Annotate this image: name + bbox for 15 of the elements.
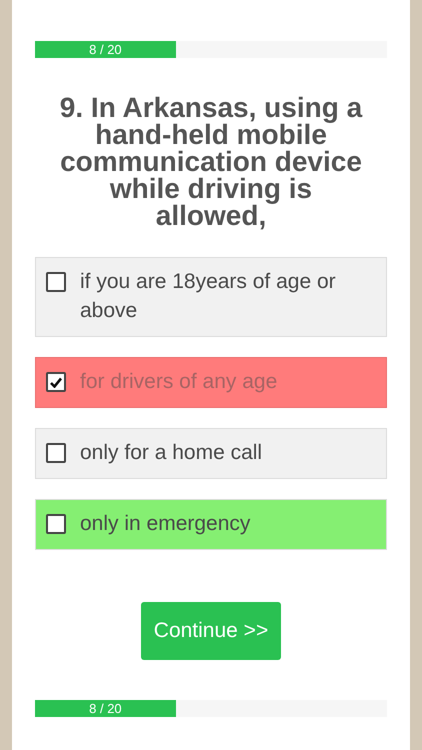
checkbox[interactable] bbox=[46, 443, 66, 463]
checkbox[interactable] bbox=[46, 272, 66, 292]
answer-text: only for a home call bbox=[80, 440, 262, 466]
checkbox[interactable] bbox=[46, 372, 66, 392]
answer-option[interactable]: if you are 18years of age or above bbox=[35, 257, 387, 337]
answer-text: only in emergency bbox=[80, 511, 250, 537]
checkbox[interactable] bbox=[46, 514, 66, 534]
answer-option[interactable]: only for a home call bbox=[35, 428, 387, 479]
check-icon bbox=[50, 376, 62, 388]
answer-text: for drivers of any age bbox=[80, 369, 278, 395]
answer-text: if you are 18years of age or above bbox=[80, 269, 337, 324]
progress-label: 8 / 20 bbox=[89, 42, 122, 57]
answer-option[interactable]: only in emergency bbox=[35, 499, 387, 550]
progress-label: 8 / 20 bbox=[89, 701, 122, 716]
question-text: 9. In Arkansas, using a hand-held mobile communication device while driving is allowed, bbox=[58, 94, 364, 229]
